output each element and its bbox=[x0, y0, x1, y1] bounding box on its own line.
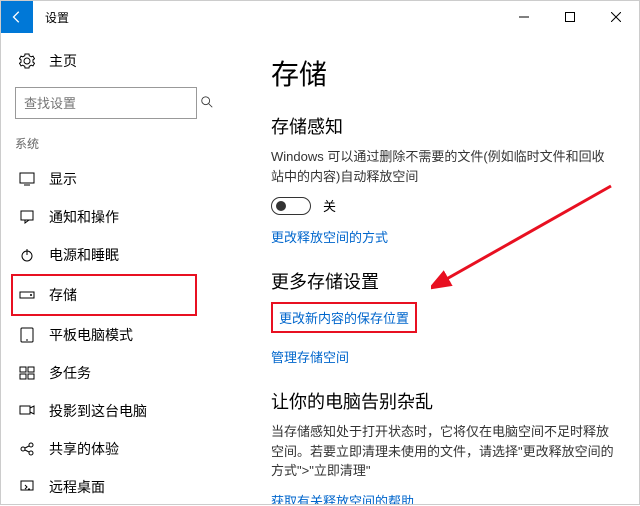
link-manage-storage[interactable]: 管理存储空间 bbox=[271, 347, 615, 366]
share-icon bbox=[19, 441, 35, 457]
nav-label: 电源和睡眠 bbox=[49, 245, 119, 265]
nav-label: 存储 bbox=[49, 285, 77, 305]
nav-label: 共享的体验 bbox=[49, 439, 119, 459]
sidebar-item-storage[interactable]: 存储 bbox=[11, 274, 197, 316]
arrow-left-icon bbox=[10, 10, 24, 24]
nav-label: 远程桌面 bbox=[49, 477, 105, 497]
maximize-icon bbox=[565, 12, 575, 22]
tablet-icon bbox=[19, 327, 35, 343]
link-free-space-help[interactable]: 获取有关释放空间的帮助 bbox=[271, 491, 615, 505]
nav-label: 投影到这台电脑 bbox=[49, 401, 147, 421]
back-button[interactable] bbox=[1, 1, 33, 33]
sidebar-section-label: 系统 bbox=[15, 135, 211, 152]
page-title: 存储 bbox=[271, 53, 615, 93]
power-icon bbox=[19, 247, 35, 263]
declutter-desc: 当存储感知处于打开状态时，它将仅在电脑空间不足时释放空间。若要立即清理未使用的文… bbox=[271, 422, 615, 481]
more-storage-title: 更多存储设置 bbox=[271, 268, 615, 294]
search-input[interactable] bbox=[24, 96, 200, 111]
storage-icon bbox=[19, 287, 35, 303]
sidebar-home[interactable]: 主页 bbox=[15, 43, 211, 79]
sidebar-home-label: 主页 bbox=[49, 51, 77, 71]
remote-icon bbox=[19, 479, 35, 495]
link-change-free-space[interactable]: 更改释放空间的方式 bbox=[271, 227, 615, 246]
sidebar-item-notifications[interactable]: 通知和操作 bbox=[15, 198, 211, 236]
project-icon bbox=[19, 403, 35, 419]
multitask-icon bbox=[19, 365, 35, 381]
sidebar-item-tablet[interactable]: 平板电脑模式 bbox=[15, 316, 211, 354]
monitor-icon bbox=[19, 171, 35, 187]
sidebar-item-shared[interactable]: 共享的体验 bbox=[15, 430, 211, 468]
main-pane: 存储 存储感知 Windows 可以通过删除不需要的文件(例如临时文件和回收站中… bbox=[211, 33, 639, 504]
search-input-wrap[interactable] bbox=[15, 87, 197, 119]
sidebar: 主页 系统 显示 通知和操作 电源和睡眠 存储 bbox=[1, 33, 211, 504]
toggle-knob bbox=[276, 201, 286, 211]
window-title: 设置 bbox=[45, 9, 501, 26]
storage-sense-title: 存储感知 bbox=[271, 113, 615, 139]
minimize-button[interactable] bbox=[501, 1, 547, 33]
sidebar-item-multitask[interactable]: 多任务 bbox=[15, 354, 211, 392]
nav-label: 多任务 bbox=[49, 363, 91, 383]
notification-icon bbox=[19, 209, 35, 225]
minimize-icon bbox=[519, 12, 529, 22]
nav-label: 平板电脑模式 bbox=[49, 325, 133, 345]
nav-label: 通知和操作 bbox=[49, 207, 119, 227]
nav-label: 显示 bbox=[49, 169, 77, 189]
toggle-state-label: 关 bbox=[323, 196, 336, 215]
gear-icon bbox=[19, 53, 35, 69]
sidebar-item-project[interactable]: 投影到这台电脑 bbox=[15, 392, 211, 430]
close-button[interactable] bbox=[593, 1, 639, 33]
storage-sense-toggle[interactable] bbox=[271, 197, 311, 215]
close-icon bbox=[611, 12, 621, 22]
sidebar-item-display[interactable]: 显示 bbox=[15, 160, 211, 198]
sidebar-item-power[interactable]: 电源和睡眠 bbox=[15, 236, 211, 274]
maximize-button[interactable] bbox=[547, 1, 593, 33]
link-change-save-location[interactable]: 更改新内容的保存位置 bbox=[271, 302, 417, 333]
sidebar-item-remote[interactable]: 远程桌面 bbox=[15, 468, 211, 506]
declutter-title: 让你的电脑告别杂乱 bbox=[271, 388, 615, 414]
storage-sense-desc: Windows 可以通过删除不需要的文件(例如临时文件和回收站中的内容)自动释放… bbox=[271, 147, 615, 186]
